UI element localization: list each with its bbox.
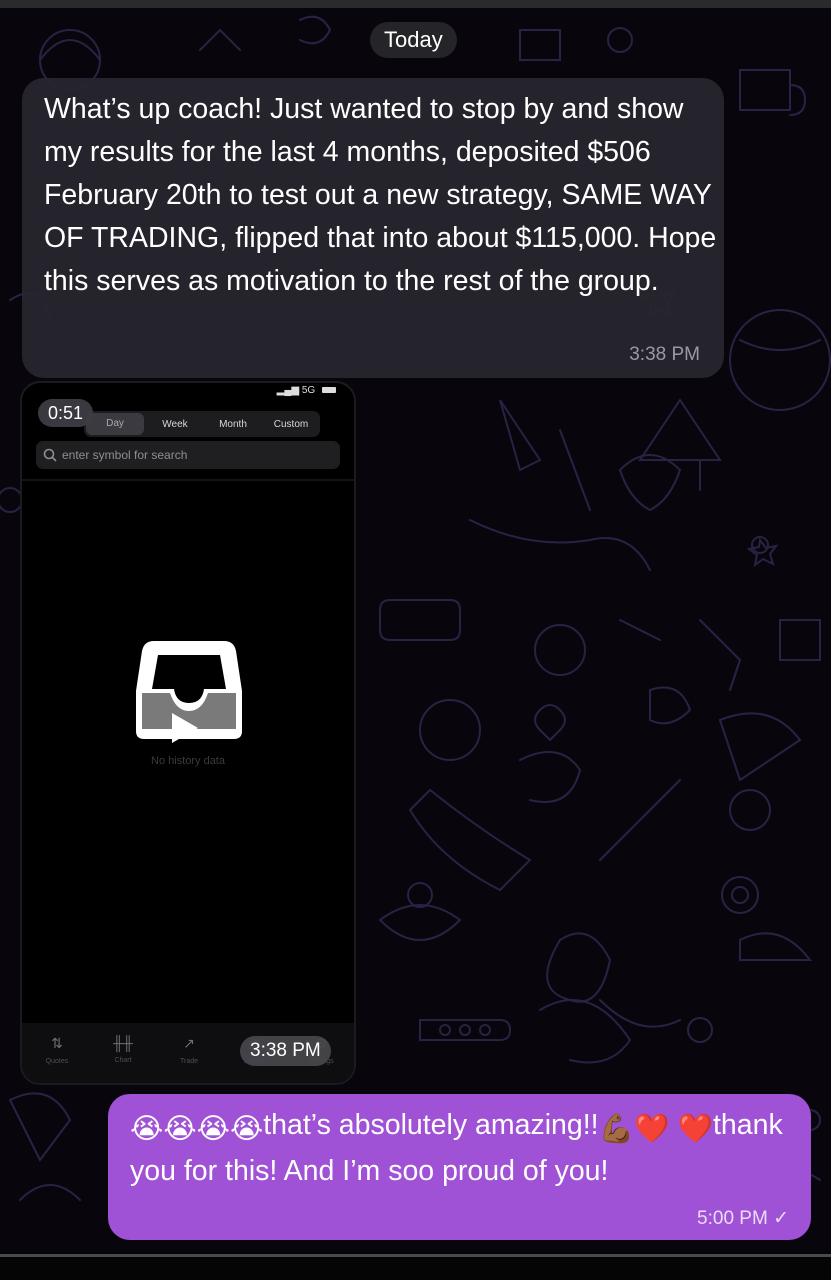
video-message-time: 3:38 PM [240, 1036, 331, 1066]
search-icon [43, 448, 57, 462]
tab-chart: ╫╫ Chart [98, 1035, 148, 1064]
play-icon[interactable] [170, 711, 200, 745]
tab-trade: ↗ Trade [164, 1035, 214, 1065]
crying-emoji: 😭 [229, 1113, 264, 1145]
divider [22, 479, 354, 481]
trade-icon: ↗ [183, 1035, 195, 1051]
quotes-icon: ⇅ [51, 1035, 63, 1051]
flexed-biceps-emoji: 💪🏾 [598, 1113, 635, 1145]
period-segmented-control: Day Week Month Custom [84, 411, 320, 437]
network-label: 5G [301, 385, 316, 396]
segment-month: Month [219, 418, 247, 430]
tab-quotes: ⇅ Quotes [32, 1035, 82, 1065]
symbol-search-field: enter symbol for search [36, 441, 340, 469]
crying-emoji: 😭 [196, 1113, 230, 1145]
crying-emoji: 😭 [163, 1113, 197, 1145]
segment-day: Day [86, 413, 144, 435]
signal-icon: ▂▄▆ [276, 385, 300, 396]
video-message[interactable]: ▂▄▆ 5G Day Week Month Custom 0:51 enter … [22, 383, 354, 1083]
single-check-icon: ✓ [773, 1208, 789, 1229]
no-history-label: No history data [151, 755, 225, 767]
battery-icon [322, 387, 336, 394]
status-bar-icons: ▂▄▆ 5G [277, 385, 336, 396]
search-placeholder: enter symbol for search [62, 448, 188, 462]
outgoing-message-text: 😭😭😭😭that’s absolutely amazing!!💪🏾❤️ ❤️th… [130, 1104, 790, 1192]
bottom-divider [0, 1254, 831, 1257]
incoming-message-time: 3:38 PM [629, 344, 700, 365]
heart-emoji: ❤️ [634, 1113, 670, 1145]
segment-week: Week [162, 418, 188, 430]
outgoing-message-time: 5:00 PM ✓ [697, 1207, 789, 1230]
outgoing-message-bubble[interactable]: 😭😭😭😭that’s absolutely amazing!!💪🏾❤️ ❤️th… [108, 1094, 811, 1240]
incoming-message-text: What’s up coach! Just wanted to stop by … [44, 93, 717, 297]
outgoing-text-part1: that’s absolutely amazing!! [263, 1109, 599, 1141]
crying-emoji: 😭 [130, 1113, 164, 1145]
incoming-message-bubble[interactable]: What’s up coach! Just wanted to stop by … [22, 78, 724, 378]
candlestick-icon: ╫╫ [113, 1035, 133, 1051]
heart-emoji: ❤️ [677, 1113, 714, 1145]
date-separator: Today [370, 22, 457, 58]
segment-custom: Custom [273, 418, 309, 430]
top-edge-bar [0, 0, 831, 8]
video-duration: 0:51 [38, 399, 94, 427]
outgoing-time-label: 5:00 PM [697, 1208, 768, 1229]
